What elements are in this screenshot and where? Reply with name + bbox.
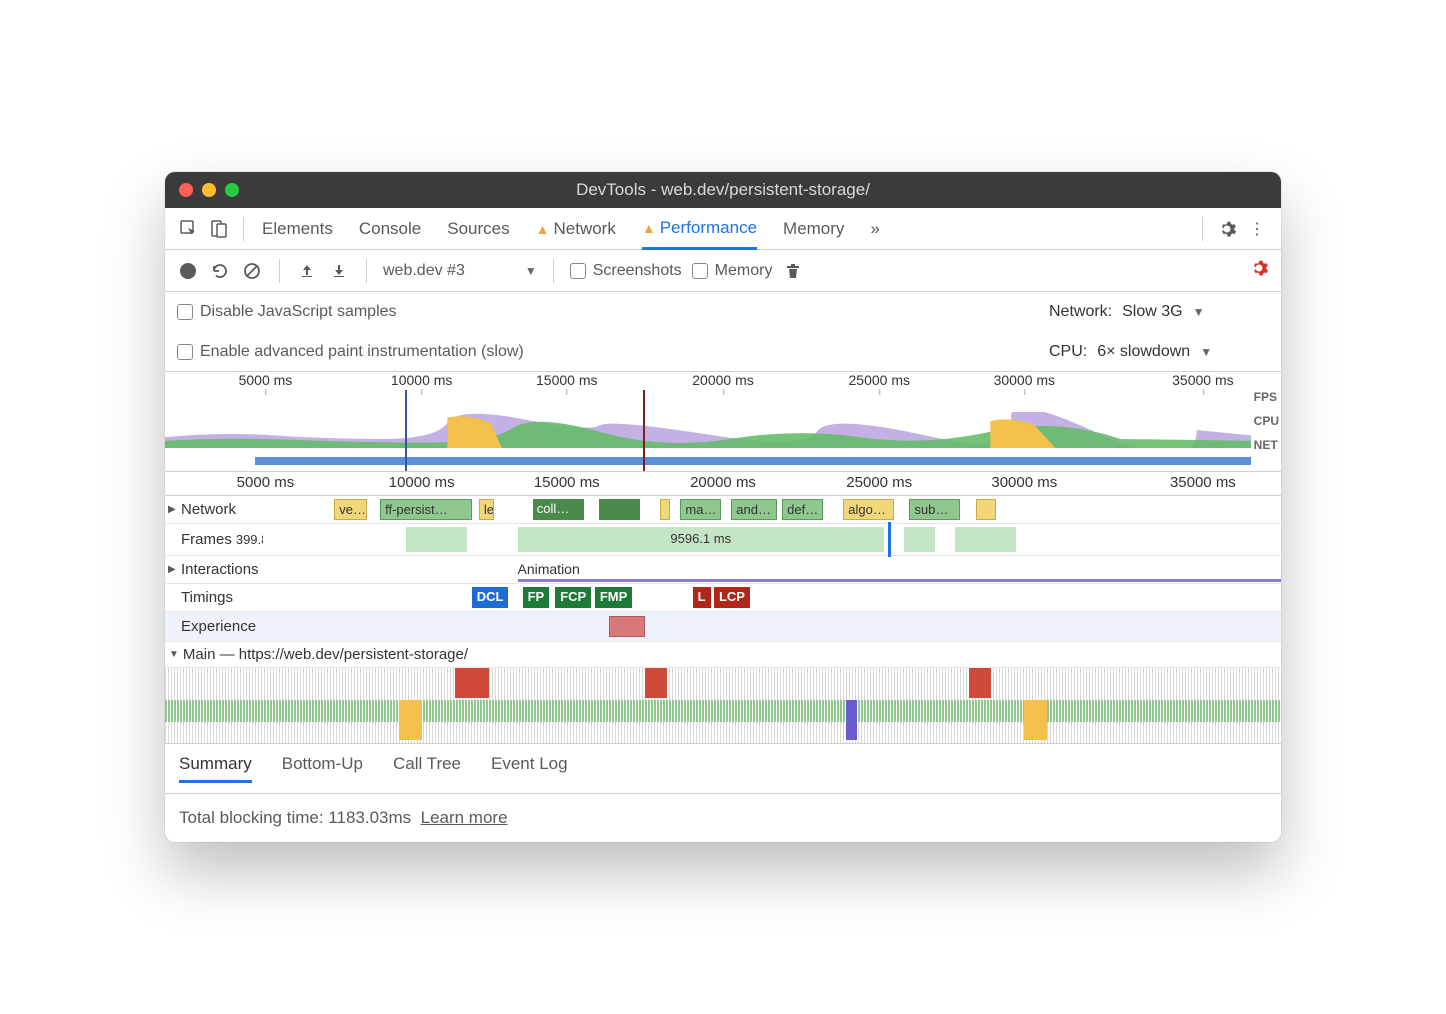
clear-icon[interactable]: [241, 260, 263, 282]
timing-marker-l[interactable]: L: [693, 587, 711, 608]
tab-console[interactable]: Console: [359, 209, 421, 249]
chevron-down-icon: ▼: [1200, 345, 1212, 359]
network-request-block[interactable]: ma…: [680, 499, 721, 520]
enable-paint-checkbox[interactable]: Enable advanced paint instrumentation (s…: [177, 343, 524, 361]
network-request-block[interactable]: ve…: [334, 499, 367, 520]
current-time-marker[interactable]: [888, 522, 891, 557]
timing-marker-dcl[interactable]: DCL: [472, 587, 509, 608]
tab-sources[interactable]: Sources: [447, 209, 509, 249]
close-icon[interactable]: [179, 183, 193, 197]
frame-block[interactable]: 9596.1 ms: [518, 527, 884, 552]
network-request-block[interactable]: [976, 499, 996, 520]
timing-marker-lcp[interactable]: LCP: [714, 587, 750, 608]
network-throttle-select[interactable]: Network: Slow 3G ▼: [1049, 303, 1269, 321]
cpu-throttle-select[interactable]: CPU: 6× slowdown ▼: [1049, 343, 1269, 361]
perf-toolbar: web.dev #3 ▼ Screenshots Memory: [165, 250, 1281, 292]
overview-pane[interactable]: 5000 ms10000 ms15000 ms20000 ms25000 ms3…: [165, 372, 1281, 472]
cpu-chart: [165, 412, 1251, 448]
network-request-block[interactable]: and…: [731, 499, 777, 520]
network-request-block[interactable]: [599, 499, 640, 520]
chevron-down-icon: ▼: [1193, 305, 1205, 319]
network-request-block[interactable]: algo…: [843, 499, 894, 520]
summary-footer: Total blocking time: 1183.03ms Learn mor…: [165, 794, 1281, 842]
learn-more-link[interactable]: Learn more: [421, 808, 508, 827]
more-icon[interactable]: ⋮: [1245, 217, 1269, 241]
window-title: DevTools - web.dev/persistent-storage/: [165, 180, 1281, 200]
animation-label: Animation: [518, 561, 580, 577]
zoom-icon[interactable]: [225, 183, 239, 197]
tab-event-log[interactable]: Event Log: [491, 754, 568, 783]
titlebar[interactable]: DevTools - web.dev/persistent-storage/: [165, 172, 1281, 208]
inspect-element-icon[interactable]: [177, 217, 201, 241]
lane-network[interactable]: ▶ Network ve…ff-persist…lecoll…ma…and…de…: [165, 496, 1281, 524]
save-profile-icon[interactable]: [328, 260, 350, 282]
network-request-block[interactable]: def…: [782, 499, 823, 520]
flame-chart[interactable]: [165, 668, 1281, 744]
recording-select[interactable]: web.dev #3 ▼: [383, 262, 537, 280]
main-tabbar: Elements Console Sources ▲Network ▲Perfo…: [165, 208, 1281, 250]
main-tabs: Elements Console Sources ▲Network ▲Perfo…: [262, 209, 880, 249]
tab-call-tree[interactable]: Call Tree: [393, 754, 461, 783]
timing-marker-fmp[interactable]: FMP: [595, 587, 632, 608]
lane-timings[interactable]: Timings DCLFPFCPFMPLLCP: [165, 584, 1281, 612]
experience-block[interactable]: [609, 616, 645, 637]
network-request-block[interactable]: coll…: [533, 499, 584, 520]
tabs-overflow[interactable]: »: [870, 209, 879, 249]
overview-side-labels: FPS CPU NET: [1254, 390, 1279, 452]
timing-marker-fcp[interactable]: FCP: [555, 587, 591, 608]
load-profile-icon[interactable]: [296, 260, 318, 282]
timing-marker-fp[interactable]: FP: [523, 587, 550, 608]
trash-icon[interactable]: [782, 260, 804, 282]
settings-icon[interactable]: [1215, 217, 1239, 241]
network-request-block[interactable]: sub…: [909, 499, 960, 520]
reload-icon[interactable]: [209, 260, 231, 282]
timeline-ruler[interactable]: 5000 ms10000 ms15000 ms20000 ms25000 ms3…: [165, 472, 1281, 496]
device-toggle-icon[interactable]: [207, 217, 231, 241]
minimize-icon[interactable]: [202, 183, 216, 197]
overview-ticks: 5000 ms10000 ms15000 ms20000 ms25000 ms3…: [165, 372, 1281, 390]
devtools-window: DevTools - web.dev/persistent-storage/ E…: [165, 172, 1281, 842]
divider: [553, 259, 554, 283]
tab-summary[interactable]: Summary: [179, 754, 252, 783]
tab-memory[interactable]: Memory: [783, 209, 844, 249]
tab-elements[interactable]: Elements: [262, 209, 333, 249]
lane-main-header[interactable]: ▼ Main — https://web.dev/persistent-stor…: [165, 642, 1281, 668]
lane-frames[interactable]: Frames399.8 ms 9596.1 ms: [165, 524, 1281, 556]
detail-tabs: Summary Bottom-Up Call Tree Event Log: [165, 744, 1281, 794]
network-request-block[interactable]: le: [479, 499, 494, 520]
disable-js-checkbox[interactable]: Disable JavaScript samples: [177, 303, 397, 321]
option-row-2: Enable advanced paint instrumentation (s…: [165, 332, 1281, 372]
disclosure-icon[interactable]: ▶: [168, 564, 176, 575]
screenshots-checkbox[interactable]: Screenshots: [570, 262, 682, 280]
traffic-lights: [165, 183, 239, 197]
tab-performance[interactable]: ▲Performance: [642, 209, 757, 250]
overview-selection[interactable]: [405, 390, 645, 471]
warning-icon: ▲: [536, 221, 550, 237]
divider: [1202, 217, 1203, 241]
capture-settings-icon[interactable]: [1249, 258, 1269, 283]
tab-network[interactable]: ▲Network: [536, 209, 616, 249]
record-button[interactable]: [177, 260, 199, 282]
tab-bottom-up[interactable]: Bottom-Up: [282, 754, 363, 783]
option-row-1: Disable JavaScript samples Network: Slow…: [165, 292, 1281, 332]
network-request-block[interactable]: [660, 499, 670, 520]
disclosure-icon[interactable]: ▼: [169, 649, 179, 660]
memory-checkbox[interactable]: Memory: [692, 262, 773, 280]
network-request-block[interactable]: ff-persist…: [380, 499, 472, 520]
divider: [279, 259, 280, 283]
lane-interactions[interactable]: ▶ Interactions Animation: [165, 556, 1281, 584]
lane-experience[interactable]: Experience: [165, 612, 1281, 642]
warning-icon: ▲: [642, 220, 656, 236]
disclosure-icon[interactable]: ▶: [168, 504, 176, 515]
divider: [243, 217, 244, 241]
divider: [366, 259, 367, 283]
chevron-down-icon: ▼: [525, 264, 537, 278]
